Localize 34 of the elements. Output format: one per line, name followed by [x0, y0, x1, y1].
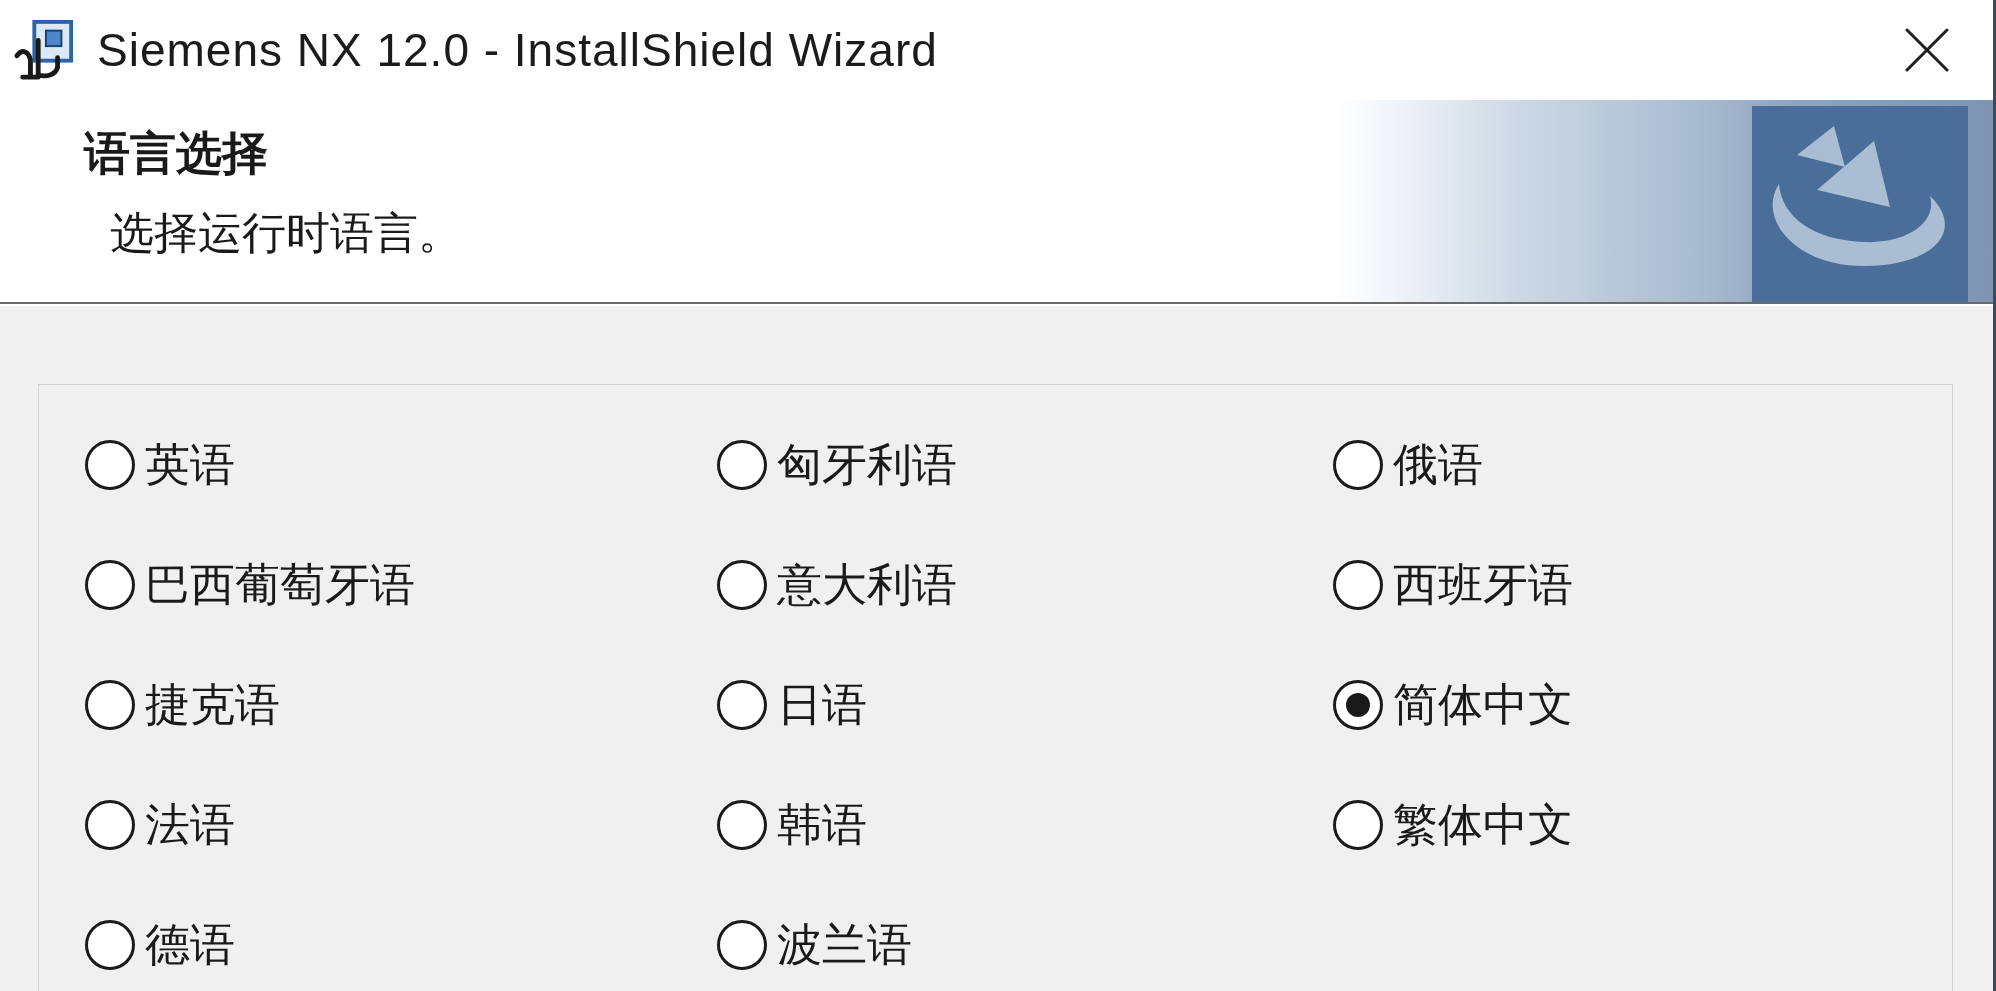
option-label[interactable]: 波兰语 [777, 917, 912, 973]
radio-button[interactable] [717, 920, 767, 970]
option-label[interactable]: 繁体中文 [1393, 797, 1573, 853]
option-label[interactable]: 西班牙语 [1393, 557, 1573, 613]
radio-button[interactable] [717, 560, 767, 610]
page-subtitle: 选择运行时语言。 [110, 206, 462, 260]
logo-icon [1752, 106, 1968, 302]
radio-button[interactable] [717, 680, 767, 730]
option-label[interactable]: 捷克语 [145, 677, 280, 733]
radio-button[interactable] [85, 680, 135, 730]
option-label[interactable]: 俄语 [1393, 437, 1483, 493]
radio-button[interactable] [1333, 440, 1383, 490]
option-label[interactable]: 韩语 [777, 797, 867, 853]
option-label[interactable]: 日语 [777, 677, 867, 733]
radio-button[interactable] [717, 800, 767, 850]
app-icon [13, 19, 75, 81]
option-label[interactable]: 意大利语 [777, 557, 957, 613]
option-label[interactable]: 英语 [145, 437, 235, 493]
radio-button[interactable] [85, 800, 135, 850]
radio-button[interactable] [1333, 680, 1383, 730]
option-label[interactable]: 简体中文 [1393, 677, 1573, 733]
radio-button[interactable] [85, 440, 135, 490]
option-label[interactable]: 法语 [145, 797, 235, 853]
radio-button[interactable] [1333, 800, 1383, 850]
radio-button[interactable] [85, 560, 135, 610]
page-heading: 语言选择 [84, 125, 268, 182]
window-title: Siemens NX 12.0 - InstallShield Wizard [97, 23, 938, 77]
radio-button[interactable] [1333, 560, 1383, 610]
radio-button[interactable] [717, 440, 767, 490]
option-label[interactable]: 巴西葡萄牙语 [145, 557, 415, 613]
close-icon [1905, 28, 1949, 72]
radio-button[interactable] [85, 920, 135, 970]
option-label[interactable]: 德语 [145, 917, 235, 973]
option-label[interactable]: 匈牙利语 [777, 437, 957, 493]
